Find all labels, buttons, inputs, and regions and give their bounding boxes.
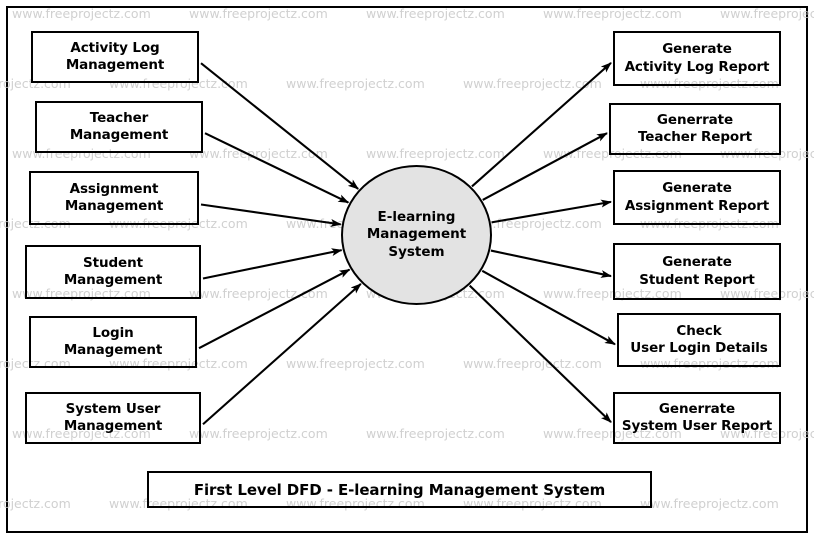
flow-arrow [204,132,350,204]
process-label-line2: Management [366,226,467,243]
watermark-text: www.freeprojectz.com [720,6,814,21]
entity-label: Generate Activity Log Report [625,41,770,76]
entity-label-line2: Management [63,342,163,358]
flow-arrow [490,249,612,278]
entity-label-line1: Check [676,322,722,339]
entity-generate-assignment-report[interactable]: Generate Assignment Report [613,170,781,225]
entity-label: Login Management [64,325,162,360]
flow-arrow [482,132,608,201]
watermark-text: www.freeprojectz.com [189,286,328,301]
entity-label-line2: Management [63,272,163,288]
entity-label-line2: Management [63,418,163,434]
entity-label-line1: Generate [662,180,732,197]
entity-generate-system-user-report[interactable]: Generrate System User Report [613,392,781,444]
flow-arrow [468,284,612,423]
entity-label: Assignment Management [65,181,163,216]
flow-arrow [202,248,343,280]
entity-label-line1: System User [65,400,161,417]
process-elearning-management-system[interactable]: E-learning Management System [341,165,492,305]
entity-label: Generrate Teacher Report [638,112,752,147]
entity-label-line1: Generrate [656,111,734,128]
diagram-title-box: First Level DFD - E-learning Management … [147,471,652,508]
flow-arrow [198,268,351,350]
entity-label-line2: Assignment Report [624,197,770,214]
flow-arrow [200,203,342,227]
entity-teacher-management[interactable]: Teacher Management [35,101,203,153]
diagram-title-text: First Level DFD - E-learning Management … [193,480,606,499]
watermark-text: www.freeprojectz.com [286,76,425,91]
process-label-line1: E-learning [377,208,456,225]
watermark-text: www.freeprojectz.com [366,146,505,161]
watermark-text: www.freeprojectz.com [366,6,505,21]
entity-label-line1: Activity Log [70,39,160,56]
entity-label-line2: Management [69,127,169,143]
entity-label: Check User Login Details [630,322,768,358]
entity-label-line2: Activity Log Report [624,58,770,75]
entity-label: Activity Log Management [66,40,164,75]
entity-label: Teacher Management [70,110,168,145]
flow-arrow [471,62,612,188]
entity-label-line1: Generate [662,254,732,271]
flow-arrow [200,62,359,190]
dfd-diagram-canvas: www.freeprojectz.com www.freeprojectz.com… [0,0,814,539]
entity-label-line1: Generate [662,41,732,58]
entity-label: System User Management [64,401,162,436]
entity-label-line2: Teacher Report [637,129,752,145]
flow-arrow [491,199,612,224]
entity-generate-teacher-report[interactable]: Generrate Teacher Report [609,103,781,155]
entity-assignment-management[interactable]: Assignment Management [29,171,199,225]
entity-label-line2: User Login Details [630,340,768,356]
watermark-text: www.freeprojectz.com [189,146,328,161]
entity-label-line2: Management [65,57,165,73]
watermark-text: www.freeprojectz.com [640,496,779,511]
watermark-text: www.freeprojectz.com [0,496,71,511]
entity-label: Student Management [64,255,162,290]
entity-check-user-login-details[interactable]: Check User Login Details [617,313,781,367]
watermark-text: www.freeprojectz.com [12,6,151,21]
watermark-text: www.freeprojectz.com [463,76,602,91]
flow-arrow [202,283,362,426]
entity-label: Generate Student Report [639,254,755,289]
entity-label-line2: Student Report [639,271,755,288]
watermark-text: www.freeprojectz.com [463,356,602,371]
watermark-text: www.freeprojectz.com [286,356,425,371]
entity-system-user-management[interactable]: System User Management [25,392,201,444]
watermark-text: www.freeprojectz.com [366,426,505,441]
watermark-text: www.freeprojectz.com [543,6,682,21]
entity-student-management[interactable]: Student Management [25,245,201,299]
watermark-text: www.freeprojectz.com [189,6,328,21]
entity-generate-activity-log-report[interactable]: Generate Activity Log Report [613,31,781,86]
entity-label-line1: Student [83,254,143,271]
entity-label-line1: Teacher [89,109,149,126]
entity-label-line1: Login [92,324,134,341]
entity-activity-log-management[interactable]: Activity Log Management [31,31,199,83]
entity-label-line2: Management [64,198,164,214]
entity-generate-student-report[interactable]: Generate Student Report [613,243,781,300]
watermark-text: www.freeprojectz.com [189,426,328,441]
process-label: E-learning Management System [343,209,490,262]
entity-label: Generrate System User Report [622,401,772,436]
flow-arrow [481,269,616,346]
entity-label-line1: Generrate [658,400,736,417]
process-label-line3: System [388,243,445,260]
entity-label: Generate Assignment Report [625,180,769,215]
entity-label-line2: System User Report [621,418,773,434]
entity-label-line1: Assignment [69,180,159,197]
entity-login-management[interactable]: Login Management [29,316,197,368]
